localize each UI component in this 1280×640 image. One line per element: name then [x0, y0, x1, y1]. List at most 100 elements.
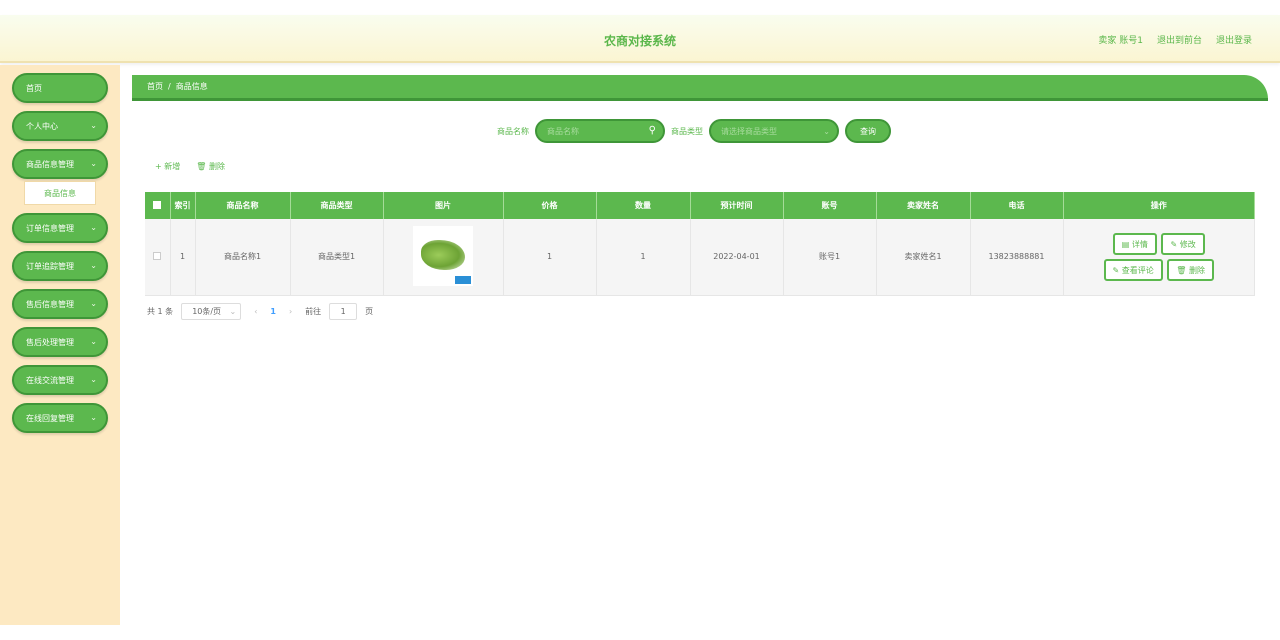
- sidebar-item-product-management[interactable]: 商品信息管理 ⌄: [12, 149, 108, 179]
- breadcrumb-home[interactable]: 首页: [147, 81, 163, 92]
- cell-name: 商品名称1: [195, 219, 291, 296]
- search-bar: 商品名称 商品名称 ⚲ 商品类型 请选择商品类型 ⌄ 查询: [497, 119, 891, 143]
- cell-seller: 卖家姓名1: [876, 219, 971, 296]
- chevron-down-icon: ⌄: [90, 121, 97, 130]
- edit-button[interactable]: ✎ 修改: [1161, 232, 1205, 255]
- col-name: 商品名称: [195, 192, 291, 219]
- cell-qty: 1: [596, 219, 691, 296]
- product-type-select[interactable]: 请选择商品类型 ⌄: [709, 119, 839, 143]
- product-thumbnail[interactable]: [413, 225, 473, 286]
- breadcrumb-current: 商品信息: [175, 82, 208, 91]
- app-title: 农商对接系统: [603, 34, 676, 48]
- sidebar-item-label: 订单信息管理: [26, 223, 74, 233]
- product-name-label: 商品名称: [497, 126, 529, 136]
- sidebar-item-home[interactable]: 首页: [12, 73, 108, 103]
- table-row: 1 商品名称1 商品类型1 1 1 2022-04-01 账号1 卖家姓名1 1…: [145, 219, 1255, 296]
- col-index: 索引: [170, 192, 196, 219]
- cell-account: 账号1: [783, 219, 877, 296]
- edit-icon: ✎: [1170, 239, 1180, 249]
- front-link[interactable]: 退出到前台: [1157, 33, 1202, 46]
- sidebar-item-label: 商品信息管理: [26, 159, 74, 169]
- chevron-down-icon: ⌄: [229, 307, 237, 316]
- table-actions: + 新增 🗑 删除: [155, 161, 225, 172]
- sidebar-item-personal[interactable]: 个人中心 ⌄: [12, 111, 108, 141]
- cell-type: 商品类型1: [290, 219, 384, 296]
- select-all-checkbox[interactable]: [145, 192, 171, 219]
- edit-label: 修改: [1179, 239, 1196, 249]
- detail-label: 详情: [1131, 239, 1148, 249]
- col-type: 商品类型: [290, 192, 384, 219]
- sidebar-item-label: 售后信息管理: [26, 299, 74, 309]
- sidebar-item-label: 在线回复管理: [26, 413, 74, 423]
- sidebar-item-order-management[interactable]: 订单信息管理 ⌄: [12, 213, 108, 243]
- detail-button[interactable]: ▤ 详情: [1112, 232, 1157, 255]
- trash-icon: 🗑: [196, 162, 209, 171]
- cell-date: 2022-04-01: [690, 219, 784, 296]
- vegetable-image: [421, 239, 465, 270]
- product-name-input[interactable]: 商品名称 ⚲: [535, 119, 665, 143]
- query-button[interactable]: 查询: [845, 119, 891, 143]
- total-count: 共 1 条: [147, 307, 174, 316]
- header-links: 卖家 账号1 退出到前台 退出登录: [1098, 33, 1252, 46]
- sidebar-item-label: 个人中心: [26, 121, 58, 131]
- current-user: 卖家 账号1: [1098, 36, 1143, 46]
- cell-price: 1: [503, 219, 597, 296]
- product-type-placeholder: 请选择商品类型: [721, 126, 777, 136]
- sidebar-item-label: 售后处理管理: [26, 337, 74, 347]
- checkbox-icon: [153, 251, 162, 260]
- table-header-row: 索引 商品名称 商品类型 图片 价格 数量 预计时间 账号 卖家姓名 电话 操作: [145, 192, 1255, 219]
- row-checkbox[interactable]: [145, 219, 171, 296]
- chevron-down-icon: ⌄: [90, 299, 97, 308]
- logout-link[interactable]: 退出登录: [1216, 33, 1252, 46]
- cell-operations: ▤ 详情 ✎ 修改 ✎ 查看评论 🗑 删除: [1063, 219, 1255, 296]
- batch-delete-button[interactable]: 🗑 删除: [196, 161, 225, 172]
- col-price: 价格: [503, 192, 597, 219]
- page-number-current[interactable]: 1: [270, 307, 276, 316]
- sidebar-subitem-product-info[interactable]: 商品信息: [24, 181, 96, 205]
- chevron-down-icon: ⌄: [90, 375, 97, 384]
- chevron-down-icon: ⌄: [90, 413, 97, 422]
- chevron-down-icon: ⌄: [90, 223, 97, 232]
- col-qty: 数量: [596, 192, 691, 219]
- next-page-icon[interactable]: ›: [284, 307, 297, 316]
- col-account: 账号: [783, 192, 877, 219]
- sidebar-item-aftersale-info[interactable]: 售后信息管理 ⌄: [12, 289, 108, 319]
- pagination: 共 1 条 10条/页 ⌄ ‹ 1 › 前往 1 页: [147, 303, 373, 320]
- sidebar-item-online-chat[interactable]: 在线交流管理 ⌄: [12, 365, 108, 395]
- document-icon: ▤: [1121, 239, 1132, 249]
- sidebar-item-online-reply[interactable]: 在线回复管理 ⌄: [12, 403, 108, 433]
- page-unit-label: 页: [365, 307, 374, 316]
- product-name-placeholder: 商品名称: [547, 126, 579, 136]
- top-header: 农商对接系统 卖家 账号1 退出到前台 退出登录: [0, 15, 1280, 63]
- col-operations: 操作: [1063, 192, 1255, 219]
- page-size-select[interactable]: 10条/页 ⌄: [181, 303, 242, 320]
- cell-phone: 13823888881: [970, 219, 1064, 296]
- product-table: 索引 商品名称 商品类型 图片 价格 数量 预计时间 账号 卖家姓名 电话 操作…: [145, 192, 1255, 296]
- goto-page-input[interactable]: 1: [329, 303, 358, 320]
- batch-delete-label: 删除: [208, 162, 225, 171]
- cell-index: 1: [170, 219, 196, 296]
- add-button[interactable]: + 新增: [155, 161, 180, 172]
- sidebar: 首页 个人中心 ⌄ 商品信息管理 ⌄ 商品信息 订单信息管理 ⌄ 订单追踪管理 …: [0, 65, 120, 625]
- col-date: 预计时间: [690, 192, 784, 219]
- chevron-down-icon: ⌄: [90, 337, 97, 346]
- chevron-down-icon: ⌄: [823, 127, 830, 136]
- search-icon: ⚲: [648, 125, 656, 136]
- chevron-down-icon: ⌄: [90, 159, 97, 168]
- breadcrumb-separator: /: [168, 82, 171, 91]
- col-image: 图片: [383, 192, 504, 219]
- sidebar-item-order-tracking[interactable]: 订单追踪管理 ⌄: [12, 251, 108, 281]
- main-content: 首页 / 商品信息 商品名称 商品名称 ⚲ 商品类型 请选择商品类型 ⌄ 查询 …: [132, 65, 1280, 625]
- sidebar-item-aftersale-handling[interactable]: 售后处理管理 ⌄: [12, 327, 108, 357]
- col-phone: 电话: [970, 192, 1064, 219]
- prev-page-icon[interactable]: ‹: [249, 307, 262, 316]
- sidebar-item-label: 订单追踪管理: [26, 261, 74, 271]
- view-comments-button[interactable]: ✎ 查看评论: [1103, 258, 1163, 281]
- delete-button[interactable]: 🗑 删除: [1167, 258, 1214, 281]
- cell-image: [383, 219, 504, 296]
- delete-label: 删除: [1189, 265, 1205, 275]
- page-size-value: 10条/页: [192, 307, 222, 316]
- chevron-down-icon: ⌄: [90, 261, 97, 270]
- sidebar-item-label: 在线交流管理: [26, 375, 74, 385]
- sidebar-item-label: 首页: [26, 83, 42, 93]
